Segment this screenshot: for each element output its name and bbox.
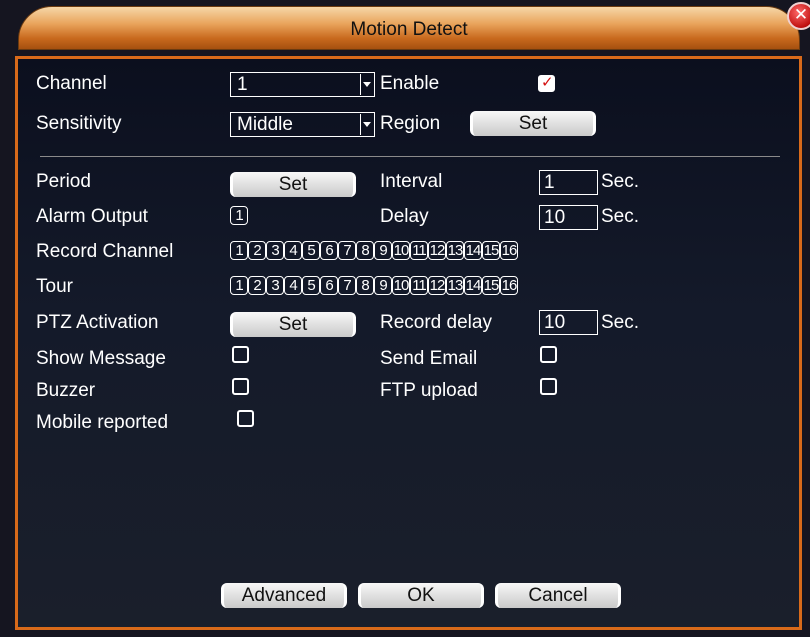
chevron-down-icon xyxy=(360,74,373,95)
enable-label: Enable xyxy=(380,73,440,94)
tour-channel-12[interactable]: 12 xyxy=(428,276,446,295)
region-label: Region xyxy=(380,113,441,134)
record-channel-10[interactable]: 10 xyxy=(392,241,410,260)
tour-channel-7[interactable]: 7 xyxy=(338,276,356,295)
ptz-set-button[interactable]: Set xyxy=(230,312,356,337)
tour-channel-5[interactable]: 5 xyxy=(302,276,320,295)
tour-channel-13[interactable]: 13 xyxy=(446,276,464,295)
advanced-button[interactable]: Advanced xyxy=(221,583,347,608)
sensitivity-value: Middle xyxy=(237,114,293,135)
tour-channel-10[interactable]: 10 xyxy=(392,276,410,295)
tour-channel-9[interactable]: 9 xyxy=(374,276,392,295)
close-icon[interactable]: ✕ xyxy=(787,2,810,30)
tour-channel-3[interactable]: 3 xyxy=(266,276,284,295)
tour-channel-list: 1 2 3 4 5 6 7 8 9 10 11 12 13 14 15 16 xyxy=(230,276,518,297)
tour-channel-6[interactable]: 6 xyxy=(320,276,338,295)
tour-label: Tour xyxy=(36,276,73,297)
interval-unit: Sec. xyxy=(601,171,640,192)
title-bar: Motion Detect xyxy=(18,6,800,50)
window-title: Motion Detect xyxy=(350,19,468,40)
chevron-down-icon xyxy=(360,114,373,135)
record-channel-13[interactable]: 13 xyxy=(446,241,464,260)
check-icon: ✓ xyxy=(541,74,554,91)
tour-channel-16[interactable]: 16 xyxy=(500,276,518,295)
delay-value: 10 xyxy=(544,207,566,228)
record-channel-2[interactable]: 2 xyxy=(248,241,266,260)
record-channel-label: Record Channel xyxy=(36,241,174,262)
record-delay-input[interactable]: 10 xyxy=(539,310,598,335)
enable-checkbox[interactable]: ✓ xyxy=(538,74,555,92)
record-channel-4[interactable]: 4 xyxy=(284,241,302,260)
divider xyxy=(40,156,780,157)
tour-channel-1[interactable]: 1 xyxy=(230,276,248,295)
tour-channel-2[interactable]: 2 xyxy=(248,276,266,295)
window: Motion Detect ✕ Channel 1 Enable ✓ Sensi… xyxy=(0,0,810,637)
alarm-output-label: Alarm Output xyxy=(36,206,148,227)
ftp-upload-label: FTP upload xyxy=(380,380,478,401)
send-email-checkbox[interactable] xyxy=(540,346,557,363)
record-channel-14[interactable]: 14 xyxy=(464,241,482,260)
motion-detect-panel: Channel 1 Enable ✓ Sensitivity Middle Re… xyxy=(15,56,802,630)
record-channel-5[interactable]: 5 xyxy=(302,241,320,260)
mobile-reported-checkbox[interactable] xyxy=(237,410,254,427)
record-channel-12[interactable]: 12 xyxy=(428,241,446,260)
interval-label: Interval xyxy=(380,171,443,192)
ptz-label: PTZ Activation xyxy=(36,312,159,333)
delay-input[interactable]: 10 xyxy=(539,205,598,230)
record-channel-7[interactable]: 7 xyxy=(338,241,356,260)
buzzer-checkbox[interactable] xyxy=(232,378,249,395)
record-channel-9[interactable]: 9 xyxy=(374,241,392,260)
record-channel-8[interactable]: 8 xyxy=(356,241,374,260)
record-channel-15[interactable]: 15 xyxy=(482,241,500,260)
record-channel-6[interactable]: 6 xyxy=(320,241,338,260)
ftp-upload-checkbox[interactable] xyxy=(540,378,557,395)
record-channel-1[interactable]: 1 xyxy=(230,241,248,260)
tour-channel-15[interactable]: 15 xyxy=(482,276,500,295)
record-channel-list: 1 2 3 4 5 6 7 8 9 10 11 12 13 14 15 16 xyxy=(230,241,518,262)
show-message-label: Show Message xyxy=(36,348,166,369)
tour-channel-14[interactable]: 14 xyxy=(464,276,482,295)
period-label: Period xyxy=(36,171,91,192)
send-email-label: Send Email xyxy=(380,348,478,369)
record-delay-unit: Sec. xyxy=(601,312,640,333)
alarm-output-1[interactable]: 1 xyxy=(230,206,248,225)
region-set-button[interactable]: Set xyxy=(470,111,596,136)
tour-channel-8[interactable]: 8 xyxy=(356,276,374,295)
channel-label: Channel xyxy=(36,73,107,94)
record-channel-3[interactable]: 3 xyxy=(266,241,284,260)
record-delay-label: Record delay xyxy=(380,312,492,333)
mobile-reported-label: Mobile reported xyxy=(36,412,169,433)
record-channel-16[interactable]: 16 xyxy=(500,241,518,260)
delay-label: Delay xyxy=(380,206,429,227)
record-channel-11[interactable]: 11 xyxy=(410,241,428,260)
sensitivity-select[interactable]: Middle xyxy=(230,112,375,137)
period-set-button[interactable]: Set xyxy=(230,172,356,197)
delay-unit: Sec. xyxy=(601,206,640,227)
buzzer-label: Buzzer xyxy=(36,380,96,401)
cancel-button[interactable]: Cancel xyxy=(495,583,621,608)
interval-value: 1 xyxy=(544,172,555,193)
ok-button[interactable]: OK xyxy=(358,583,484,608)
sensitivity-label: Sensitivity xyxy=(36,113,122,134)
alarm-output-channels: 1 xyxy=(230,206,248,227)
tour-channel-11[interactable]: 11 xyxy=(410,276,428,295)
channel-value: 1 xyxy=(237,74,248,95)
show-message-checkbox[interactable] xyxy=(232,346,249,363)
channel-select[interactable]: 1 xyxy=(230,72,375,97)
interval-input[interactable]: 1 xyxy=(539,170,598,195)
tour-channel-4[interactable]: 4 xyxy=(284,276,302,295)
record-delay-value: 10 xyxy=(544,312,566,333)
